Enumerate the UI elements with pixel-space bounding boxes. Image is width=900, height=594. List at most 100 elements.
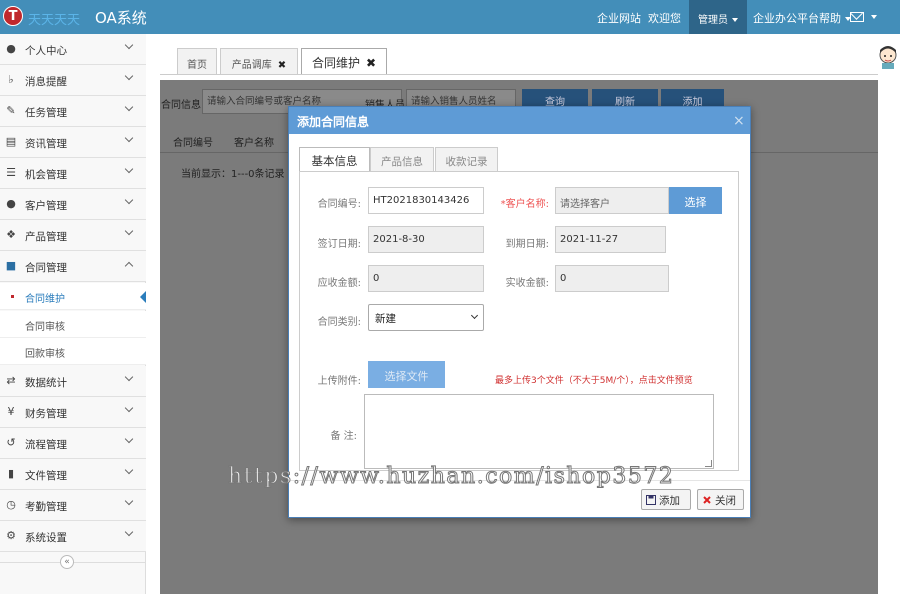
due-date-label: 到期日期: xyxy=(505,239,549,250)
right-gutter xyxy=(878,80,900,594)
chevron-down-icon[interactable] xyxy=(871,15,877,19)
edit-icon: ✎ xyxy=(6,104,16,117)
tab-home[interactable]: 首页 xyxy=(177,48,217,75)
due-date-field[interactable]: 2021-11-27 xyxy=(555,226,666,253)
close-button-label: 关闭 xyxy=(715,495,736,507)
yen-icon: ¥ xyxy=(7,405,15,418)
avatar[interactable] xyxy=(876,44,900,70)
add-button[interactable]: 添加 xyxy=(641,489,691,510)
sidebar-item-finance[interactable]: ¥ 财务管理 xyxy=(0,397,146,428)
receivable-label: 应收金额: xyxy=(317,278,361,289)
sidebar-item-label: 任务管理 xyxy=(25,107,67,119)
resize-handle-icon[interactable] xyxy=(705,460,712,467)
chevron-down-icon xyxy=(124,372,134,382)
envelope-icon[interactable] xyxy=(850,12,864,22)
collapse-sidebar-button[interactable]: « xyxy=(60,555,74,569)
sidebar-item-statistics[interactable]: ⇄ 数据统计 xyxy=(0,366,146,397)
contract-no-field[interactable]: HT2021830143426 xyxy=(368,187,484,214)
help-menu[interactable]: 企业办公平台帮助 xyxy=(753,10,851,26)
tab-label: 产品调库 xyxy=(231,60,272,71)
sidebar-item-label: 系统设置 xyxy=(25,532,67,544)
sidebar-item-attendance[interactable]: ◷ 考勤管理 xyxy=(0,490,146,521)
chevron-down-icon xyxy=(124,164,134,174)
contract-no-label: 合同编号: xyxy=(317,199,361,210)
random-icon: ⇄ xyxy=(6,374,16,387)
customer-label: *客户名称: xyxy=(487,195,549,210)
remark-label: 备 注: xyxy=(330,431,357,442)
sidebar-subitem-contract-review[interactable]: 合同审核 xyxy=(0,311,146,338)
close-button[interactable]: 关闭 xyxy=(697,489,744,510)
tab-basic-info[interactable]: 基本信息 xyxy=(299,147,370,172)
sidebar-item-workflow[interactable]: ↺ 流程管理 xyxy=(0,428,146,459)
close-icon[interactable]: ✖ xyxy=(366,56,376,70)
watermark-text: https://www.huzhan.com/ishop3572 xyxy=(227,464,675,490)
admin-label: 管理员 xyxy=(698,15,728,26)
logo-icon: T xyxy=(3,6,23,26)
sidebar-item-customers[interactable]: ● 客户管理 xyxy=(0,189,146,220)
tab-product-library[interactable]: 产品调库 ✖ xyxy=(220,48,298,75)
close-icon xyxy=(703,496,711,504)
sidebar-item-news[interactable]: ▤ 资讯管理 xyxy=(0,127,146,158)
chevron-down-icon xyxy=(124,195,134,205)
sidebar-item-label: 客户管理 xyxy=(25,200,67,212)
sidebar-item-label: 流程管理 xyxy=(25,439,67,451)
chevron-up-icon xyxy=(124,261,134,271)
sidebar-item-label: 考勤管理 xyxy=(25,501,67,513)
company-site-link[interactable]: 企业网站 xyxy=(597,10,641,26)
choose-file-button[interactable]: 选择文件 xyxy=(368,361,445,388)
close-icon[interactable]: ✖ xyxy=(278,60,286,71)
record-status: 当前显示：1---0条记录 xyxy=(181,169,285,180)
sidebar-item-personal[interactable]: ● 个人中心 xyxy=(0,34,146,65)
sidebar-subitem-contract-maintain[interactable]: 合同维护 xyxy=(0,283,146,310)
app-title: OA系统 xyxy=(95,9,147,27)
sign-date-label: 签订日期: xyxy=(317,239,361,250)
sidebar-item-files[interactable]: ▮ 文件管理 xyxy=(0,459,146,490)
tab-product-info[interactable]: 产品信息 xyxy=(370,147,434,172)
logo-text: 天天天天 xyxy=(28,13,81,28)
list-icon: ☰ xyxy=(6,166,16,179)
page-tabs: 首页 产品调库 ✖ 合同维护 ✖ xyxy=(160,48,860,75)
sidebar-item-products[interactable]: ❖ 产品管理 xyxy=(0,220,146,251)
gear-icon: ⚙ xyxy=(6,529,16,542)
sidebar-subitem-payment-review[interactable]: 回款审核 xyxy=(0,338,146,365)
tab-label: 基本信息 xyxy=(311,154,358,168)
sidebar-item-messages[interactable]: ♭ 消息提醒 xyxy=(0,65,146,96)
chevron-down-icon xyxy=(124,40,134,50)
contract-type-select[interactable]: 新建 xyxy=(368,304,484,331)
chevron-down-icon xyxy=(124,403,134,413)
received-label: 实收金额: xyxy=(505,278,549,289)
received-field[interactable]: 0 xyxy=(555,265,669,292)
admin-menu[interactable]: 管理员 xyxy=(689,0,747,37)
tabs-divider xyxy=(160,74,878,75)
sidebar-item-label: 财务管理 xyxy=(25,408,67,420)
customer-label-text: *客户名称: xyxy=(500,199,549,210)
add-button-label: 添加 xyxy=(659,495,680,507)
tab-payment-records[interactable]: 收款记录 xyxy=(435,147,498,172)
sidebar: ● 个人中心 ♭ 消息提醒 ✎ 任务管理 ▤ 资讯管理 ☰ 机会管理 ● 客户管理 ❖ 产品管… xyxy=(0,34,146,594)
select-customer-button[interactable]: 选择 xyxy=(669,187,722,214)
sidebar-item-label: 机会管理 xyxy=(25,169,67,181)
sidebar-subitem-label: 合同维护 xyxy=(25,294,65,305)
tab-label: 收款记录 xyxy=(445,156,488,168)
sidebar-item-tasks[interactable]: ✎ 任务管理 xyxy=(0,96,146,127)
remark-textarea[interactable] xyxy=(364,394,714,469)
column-header: 合同编号 xyxy=(173,138,213,149)
save-icon xyxy=(646,495,656,505)
sidebar-item-settings[interactable]: ⚙ 系统设置 xyxy=(0,521,146,552)
sidebar-subitem-label: 回款审核 xyxy=(25,349,65,360)
sidebar-item-contracts[interactable]: ■ 合同管理 xyxy=(0,251,146,282)
close-icon[interactable]: × xyxy=(733,113,745,129)
tab-contract-maintain[interactable]: 合同维护 ✖ xyxy=(301,48,387,75)
chevron-down-icon xyxy=(124,434,134,444)
receivable-field[interactable]: 0 xyxy=(368,265,484,292)
tab-label: 合同维护 xyxy=(311,56,360,70)
news-icon: ▤ xyxy=(5,135,17,148)
customer-field[interactable]: 请选择客户 xyxy=(555,187,669,214)
clock-icon: ◷ xyxy=(6,498,16,511)
sidebar-item-label: 消息提醒 xyxy=(25,76,67,88)
sign-date-field[interactable]: 2021-8-30 xyxy=(368,226,484,253)
tab-label: 首页 xyxy=(187,60,207,71)
user-icon: ● xyxy=(6,42,16,55)
sidebar-item-opportunities[interactable]: ☰ 机会管理 xyxy=(0,158,146,189)
chevron-down-icon xyxy=(124,226,134,236)
